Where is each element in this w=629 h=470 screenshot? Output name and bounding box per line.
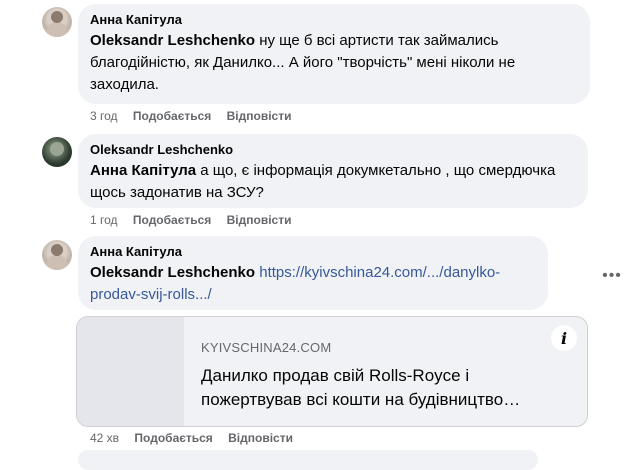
link-preview-domain: KYIVSCHINA24.COM [201,340,332,355]
comment-text: Oleksandr Leshchenko https://kyivschina2… [90,262,536,306]
comment-text: Oleksandr Leshchenko ну ще б всі артисти… [90,30,578,96]
comment-time[interactable]: 1 год [90,213,118,227]
comment-actions: 42 хв Подобається Відповісти [90,430,305,446]
comment-actions: 3 год Подобається Відповісти [90,108,303,124]
avatar[interactable] [42,137,72,167]
comment-author[interactable]: Oleksandr Leshchenko [90,142,576,158]
comment-time[interactable]: 42 хв [90,431,119,445]
link-preview-title: Данилко продав свій Rolls-Royce і пожерт… [201,366,521,409]
like-button[interactable]: Подобається [133,109,211,123]
comment-mention[interactable]: Анна Капітула [90,162,196,179]
like-button[interactable]: Подобається [133,213,211,227]
link-preview-thumbnail [77,317,184,426]
comment-bubble: Анна Капітула Oleksandr Leshchenko https… [78,236,548,310]
like-button[interactable]: Подобається [134,431,212,445]
avatar[interactable] [42,240,72,270]
comment-author[interactable]: Анна Капітула [90,244,536,260]
info-icon[interactable]: i [551,325,577,351]
reply-button[interactable]: Відповісти [228,431,293,445]
comment-actions: 1 год Подобається Відповісти [90,212,303,228]
comment-time[interactable]: 3 год [90,109,118,123]
comment-bubble: Анна Капітула Oleksandr Leshchenko ну ще… [78,4,590,104]
avatar[interactable] [42,7,72,37]
comment-bubble: Oleksandr Leshchenko Анна Капітула а що,… [78,134,588,208]
link-preview-card[interactable]: KYIVSCHINA24.COM Данилко продав свій Rol… [76,316,588,427]
more-options-icon[interactable]: ••• [600,264,624,288]
comment-mention[interactable]: Oleksandr Leshchenko [90,264,255,281]
reply-button[interactable]: Відповісти [227,213,292,227]
comment-mention[interactable]: Oleksandr Leshchenko [90,32,255,49]
comment-text: Анна Капітула а що, є інформація докумке… [90,160,576,204]
next-comment-bubble [78,450,538,470]
reply-button[interactable]: Відповісти [227,109,292,123]
comment-author[interactable]: Анна Капітула [90,12,578,28]
